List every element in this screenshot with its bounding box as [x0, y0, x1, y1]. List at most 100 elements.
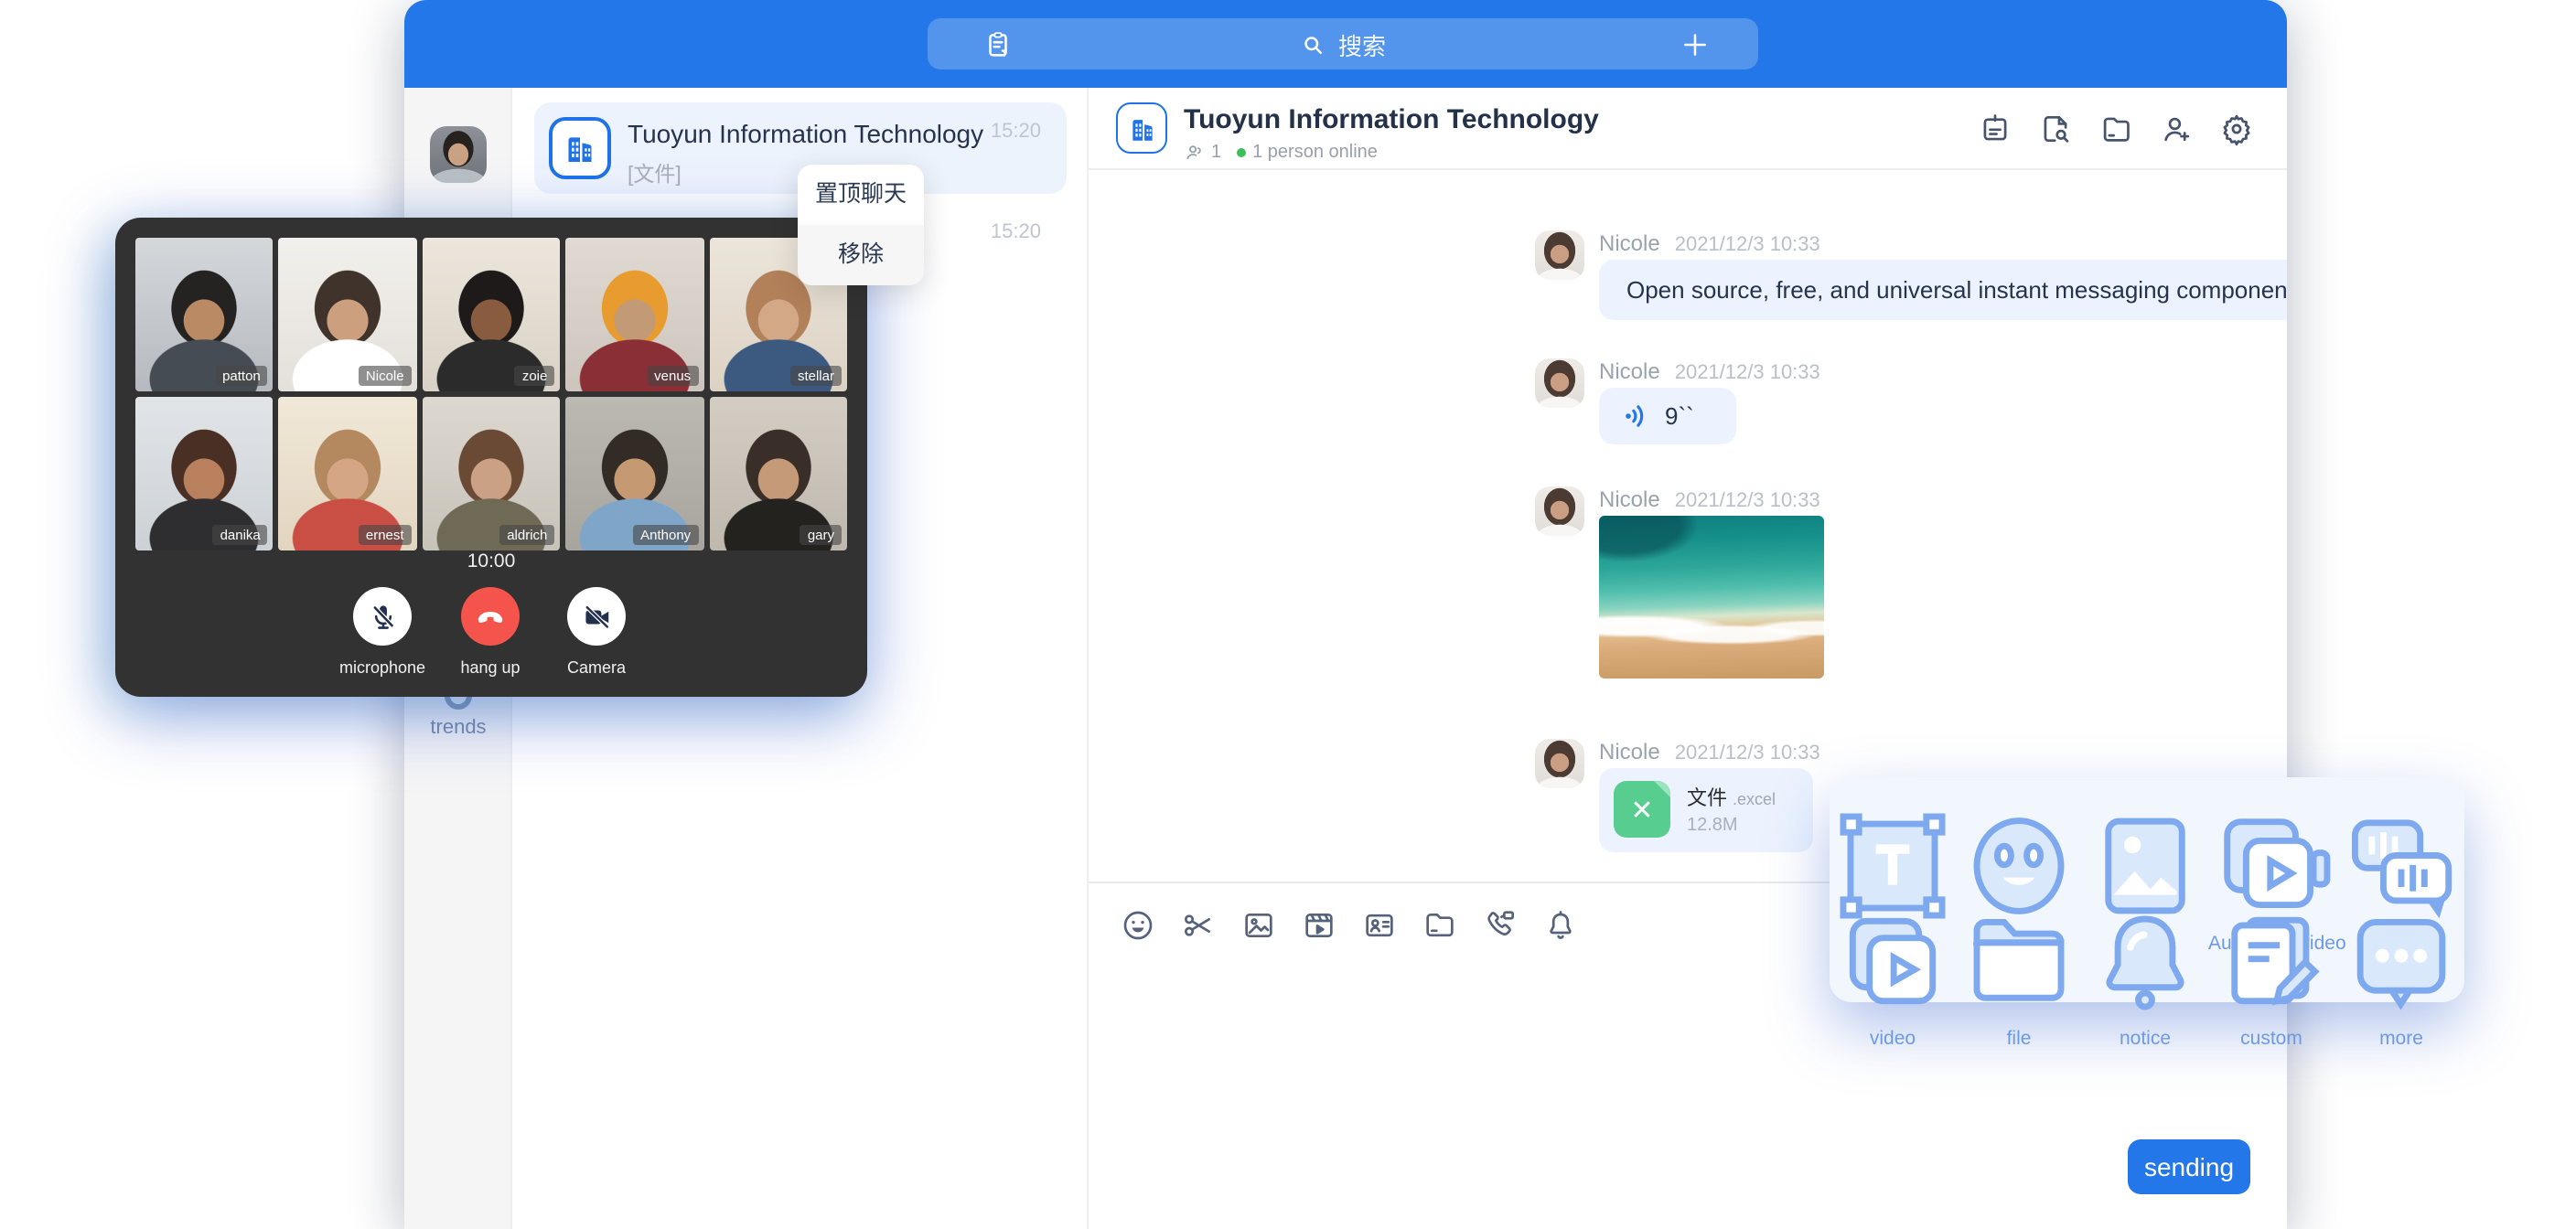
- popup-item-custom[interactable]: custom: [2208, 898, 2334, 1050]
- top-bar: 搜索: [404, 0, 2287, 88]
- sender-avatar[interactable]: [1535, 739, 1584, 788]
- participant-tile: aldrich: [423, 397, 561, 550]
- member-count: 1: [1211, 143, 1221, 163]
- popup-item-video[interactable]: video: [1830, 898, 1956, 1050]
- video-clip-icon[interactable]: [1301, 907, 1337, 944]
- menu-item-remove[interactable]: 移除: [798, 225, 924, 285]
- group-avatar: [1116, 102, 1167, 154]
- composer-popup: text expression picture: [1830, 777, 2464, 1002]
- video-tool-icon: [1830, 898, 1956, 1024]
- emoji-icon[interactable]: [1120, 907, 1156, 944]
- search-field[interactable]: 搜索: [928, 18, 1758, 69]
- my-avatar[interactable]: [430, 126, 487, 183]
- participant-name: Nicole: [359, 366, 412, 386]
- online-dot: [1236, 148, 1245, 157]
- add-member-icon[interactable]: [2159, 112, 2194, 146]
- participant-tile: zoie: [423, 238, 561, 391]
- search-icon: [1300, 30, 1327, 58]
- participant-tile: gary: [709, 397, 847, 550]
- members-icon: [1184, 143, 1204, 163]
- participant-name: Anthony: [633, 525, 698, 545]
- camera-control: Camera: [523, 587, 670, 677]
- building-icon: [562, 130, 598, 166]
- file-search-icon[interactable]: [2038, 112, 2073, 146]
- file-message-bubble[interactable]: ✕ 文件.excel 12.8M: [1599, 768, 1813, 852]
- voice-duration: 9``: [1665, 402, 1694, 430]
- participant-tile: patton: [135, 238, 274, 391]
- participant-tile: venus: [565, 238, 703, 391]
- search-placeholder: 搜索: [1338, 27, 1386, 61]
- microphone-muted-icon: [367, 601, 398, 632]
- trends-label: trends: [404, 717, 512, 739]
- plus-icon[interactable]: [1680, 28, 1711, 59]
- message-time: 2021/12/3 10:33: [1675, 490, 1820, 512]
- chat-title: Tuoyun Information Technology: [1184, 104, 1599, 135]
- participant-name: patton: [215, 366, 268, 386]
- chat-panel: Tuoyun Information Technology 1 1 person…: [1089, 88, 2287, 1229]
- microphone-mute-button[interactable]: [353, 587, 412, 646]
- participant-name: ernest: [359, 525, 412, 545]
- file-name: 文件: [1687, 788, 1727, 810]
- camera-muted-icon: [581, 601, 612, 632]
- file-tool-icon: [1956, 898, 2082, 1024]
- send-button[interactable]: sending: [2128, 1139, 2250, 1194]
- video-call-overlay: patton Nicole zoie venus stellar danika …: [115, 218, 867, 697]
- popup-item-file[interactable]: file: [1956, 898, 2082, 1050]
- voice-message-bubble[interactable]: 9``: [1599, 388, 1736, 444]
- composer-toolbar: [1120, 907, 1579, 944]
- screen: 搜索 trends: [0, 0, 2576, 1229]
- sender-name: Nicole: [1599, 739, 1660, 764]
- camera-mute-button[interactable]: [567, 587, 626, 646]
- participant-tile: Nicole: [279, 238, 417, 391]
- folder-icon[interactable]: [1422, 907, 1458, 944]
- participant-name: stellar: [790, 366, 842, 386]
- notice-tool-icon: [2082, 898, 2208, 1024]
- sender-name: Nicole: [1599, 230, 1660, 256]
- participant-name: aldrich: [499, 525, 554, 545]
- participant-tile: danika: [135, 397, 274, 550]
- voice-wave-icon: [1623, 402, 1650, 430]
- popup-item-notice[interactable]: notice: [2082, 898, 2208, 1050]
- chat-header-actions: [1978, 112, 2254, 146]
- text-message-bubble: Open source, free, and universal instant…: [1599, 260, 2287, 320]
- more-tool-icon: [2338, 898, 2464, 1024]
- chat-status-line: 1 1 person online: [1184, 143, 1378, 163]
- custom-tool-icon: [2208, 898, 2334, 1024]
- screenshot-icon[interactable]: [1180, 907, 1217, 944]
- message-time: 2021/12/3 10:33: [1675, 234, 1820, 256]
- participant-tile: ernest: [279, 397, 417, 550]
- settings-icon[interactable]: [2219, 112, 2254, 146]
- video-call-icon[interactable]: [1482, 907, 1519, 944]
- contact-card-icon[interactable]: [1361, 907, 1398, 944]
- menu-item-pin-chat[interactable]: 置顶聊天: [798, 165, 924, 225]
- call-timer: 10:00: [115, 550, 867, 572]
- building-icon: [1126, 112, 1157, 144]
- online-status: 1 person online: [1252, 143, 1378, 163]
- message-time: 2021/12/3 10:33: [1675, 743, 1820, 764]
- participant-tile: Anthony: [565, 397, 703, 550]
- conversation-time: 15:20: [991, 221, 1041, 243]
- notification-icon[interactable]: [1542, 907, 1579, 944]
- camera-label: Camera: [523, 658, 670, 677]
- participant-name: zoie: [515, 366, 555, 386]
- participant-name: venus: [647, 366, 698, 386]
- excel-file-icon: ✕: [1614, 781, 1670, 838]
- sender-avatar[interactable]: [1535, 230, 1584, 280]
- sender-avatar[interactable]: [1535, 486, 1584, 536]
- sender-avatar[interactable]: [1535, 358, 1584, 408]
- conversation-context-menu: 置顶聊天 移除: [798, 165, 924, 285]
- conversation-time: 15:20: [991, 121, 1041, 143]
- message-time: 2021/12/3 10:33: [1675, 362, 1820, 384]
- folder-icon[interactable]: [2098, 112, 2133, 146]
- group-avatar: [549, 117, 611, 179]
- image-icon[interactable]: [1240, 907, 1277, 944]
- search-bar[interactable]: 搜索: [928, 18, 1758, 69]
- file-size: 12.8M: [1687, 816, 1738, 836]
- hang-up-icon: [474, 600, 507, 633]
- hang-up-button[interactable]: [461, 587, 520, 646]
- participant-name: gary: [800, 525, 842, 545]
- conversation-last-message: [文件]: [628, 159, 682, 188]
- notice-board-icon[interactable]: [1978, 112, 2012, 146]
- image-message-beach-photo[interactable]: [1599, 516, 1824, 679]
- popup-item-more[interactable]: more: [2338, 898, 2464, 1050]
